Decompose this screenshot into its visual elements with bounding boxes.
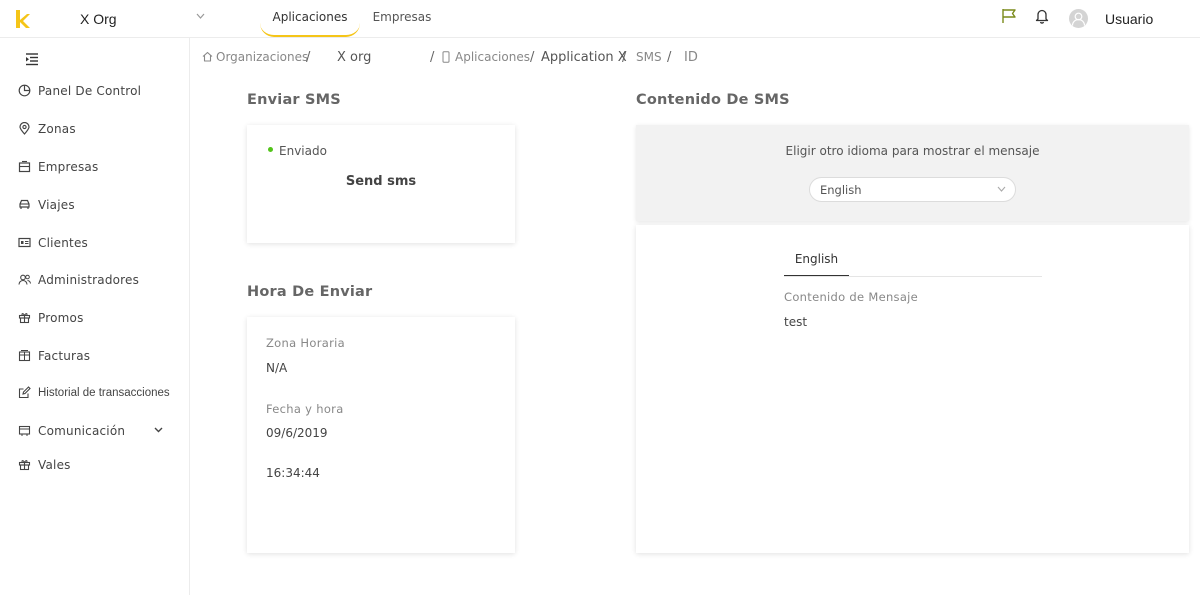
breadcrumb-aplicaciones[interactable]: Aplicaciones <box>455 50 530 64</box>
invoice-icon <box>18 350 31 362</box>
sidebar-item-historial-de-transacciones[interactable]: Historial de transacciones <box>18 382 178 404</box>
gift-icon <box>18 313 31 324</box>
send-sms-card: Enviado Send sms <box>247 125 515 243</box>
sidebar-item-label: Vales <box>38 458 71 472</box>
users-icon <box>18 274 31 285</box>
sidebar-item-label: Empresas <box>38 160 99 174</box>
status-dot <box>268 147 273 152</box>
message-card: English Contenido de Mensaje test <box>636 225 1189 553</box>
language-select[interactable]: English <box>809 177 1016 202</box>
id-card-icon <box>18 237 31 248</box>
tab-aplicaciones[interactable]: Aplicaciones <box>260 0 360 37</box>
breadcrumb-separator: / <box>622 50 627 65</box>
time-value: 16:34:44 <box>266 466 320 480</box>
breadcrumb-separator: / <box>306 50 311 65</box>
chevron-down-icon <box>196 13 205 19</box>
content-section-title: Contenido De SMS <box>636 92 790 108</box>
top-navbar: X Org Aplicaciones Empresas Usuario <box>0 0 1200 38</box>
breadcrumb-org[interactable]: X org <box>337 50 371 65</box>
breadcrumb-sms[interactable]: SMS <box>636 50 662 64</box>
sidebar-item-clientes[interactable]: Clientes <box>18 232 178 254</box>
language-select-value: English <box>820 183 862 197</box>
timezone-value: N/A <box>266 361 288 375</box>
gift-icon <box>18 460 31 471</box>
org-selector[interactable]: X Org <box>78 9 208 29</box>
sidebar-item-label: Administradores <box>38 273 140 287</box>
sidebar-item-promos[interactable]: Promos <box>18 307 178 329</box>
breadcrumb-organizaciones[interactable]: Organizaciones <box>216 50 308 64</box>
breadcrumb-separator: / <box>530 50 535 65</box>
breadcrumb-separator: / <box>667 50 672 65</box>
sidebar-item-label: Zonas <box>38 122 76 136</box>
sidebar-item-label: Comunicación <box>38 424 126 438</box>
building-icon <box>18 160 31 173</box>
send-sms-title: Send sms <box>345 174 417 189</box>
tab-empresas[interactable]: Empresas <box>366 0 438 37</box>
sidebar-item-comunicacion[interactable]: Comunicación <box>18 420 178 442</box>
flag-icon[interactable] <box>1001 8 1017 24</box>
send-time-card: Zona Horaria N/A Fecha y hora 09/6/2019 … <box>247 317 515 553</box>
sidebar-item-administradores[interactable]: Administradores <box>18 269 178 291</box>
sidebar-item-label: Viajes <box>38 198 75 212</box>
timezone-label: Zona Horaria <box>266 336 345 350</box>
status-badge: Enviado <box>279 144 327 158</box>
sidebar: Panel De Control Zonas Empresas Viajes C… <box>0 38 190 595</box>
user-avatar-icon[interactable] <box>1069 9 1088 28</box>
menu-collapse-icon[interactable] <box>24 52 40 66</box>
sidebar-item-label: Facturas <box>38 349 91 363</box>
sidebar-item-label: Panel De Control <box>38 84 142 98</box>
breadcrumb-id: ID <box>684 50 698 65</box>
date-value: 09/6/2019 <box>266 426 328 440</box>
send-section-title: Enviar SMS <box>247 92 341 108</box>
sidebar-item-label: Historial de transacciones <box>38 387 170 399</box>
sidebar-item-vales[interactable]: Vales <box>18 454 178 476</box>
datetime-label: Fecha y hora <box>266 402 344 416</box>
message-content-value: test <box>784 315 808 329</box>
time-section-title: Hora De Enviar <box>247 284 373 300</box>
edit-icon <box>18 386 31 399</box>
logo-k-icon[interactable] <box>16 10 30 28</box>
sidebar-item-empresas[interactable]: Empresas <box>18 156 178 178</box>
sidebar-item-panel-de-control[interactable]: Panel De Control <box>18 80 178 102</box>
map-pin-icon <box>19 122 30 135</box>
breadcrumb-application[interactable]: Application X <box>541 50 627 65</box>
pie-chart-icon <box>18 84 31 97</box>
sidebar-item-label: Promos <box>38 311 84 325</box>
breadcrumb-separator: / <box>430 50 435 65</box>
user-name[interactable]: Usuario <box>1105 11 1153 27</box>
car-icon <box>19 199 30 209</box>
chevron-down-icon <box>997 186 1006 192</box>
message-icon <box>18 425 31 436</box>
tab-divider <box>784 276 1042 277</box>
org-name: X Org <box>80 11 117 27</box>
tab-english[interactable]: English <box>784 245 849 277</box>
chevron-down-icon[interactable] <box>154 427 163 433</box>
home-icon[interactable] <box>202 51 213 62</box>
mobile-icon <box>442 51 450 63</box>
sidebar-item-facturas[interactable]: Facturas <box>18 345 178 367</box>
language-panel: Eligir otro idioma para mostrar el mensa… <box>636 125 1189 221</box>
sidebar-item-label: Clientes <box>38 236 88 250</box>
message-content-label: Contenido de Mensaje <box>784 290 919 304</box>
bell-icon[interactable] <box>1035 8 1049 24</box>
sidebar-item-viajes[interactable]: Viajes <box>18 194 178 216</box>
language-prompt: Eligir otro idioma para mostrar el mensa… <box>785 144 1040 158</box>
sidebar-item-zonas[interactable]: Zonas <box>18 118 178 140</box>
